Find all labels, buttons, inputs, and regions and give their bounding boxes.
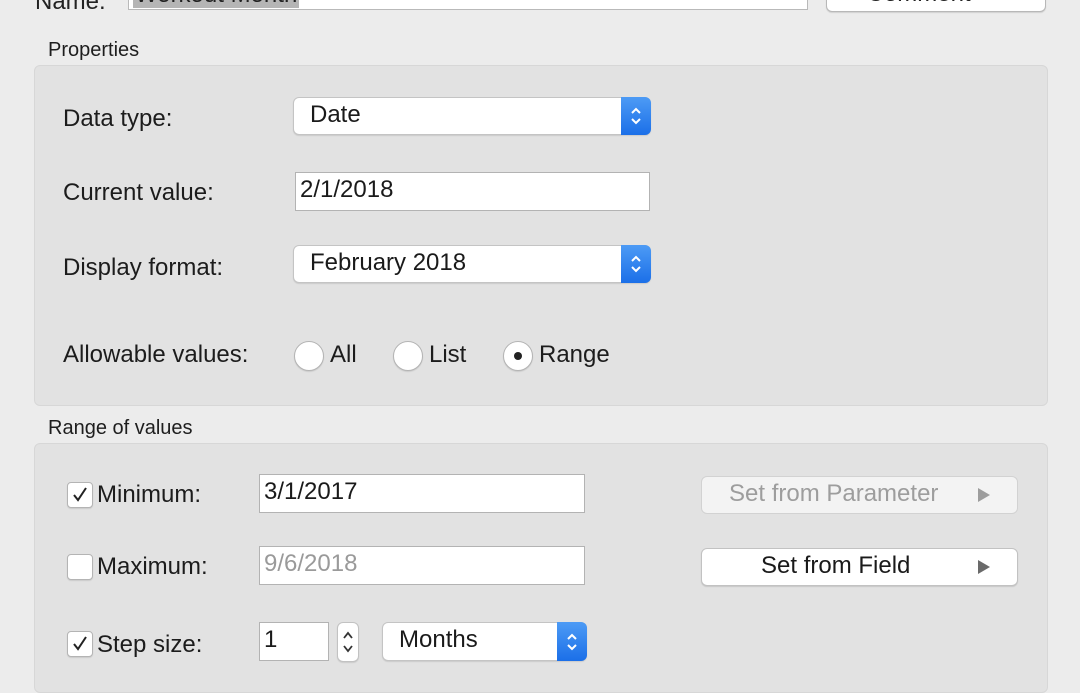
- checkmark-icon: [73, 487, 87, 502]
- radio-range[interactable]: [503, 341, 533, 371]
- triangle-right-icon: [978, 560, 990, 574]
- step-size-checkbox[interactable]: [67, 631, 93, 657]
- step-unit-value: Months: [399, 626, 478, 653]
- radio-list[interactable]: [393, 341, 423, 371]
- triangle-right-icon: [978, 488, 990, 502]
- radio-list-label[interactable]: List: [429, 341, 466, 369]
- name-field-value: Workout Month: [133, 0, 300, 8]
- display-format-value: February 2018: [310, 249, 467, 276]
- maximum-label: Maximum:: [97, 553, 208, 580]
- radio-range-label[interactable]: Range: [539, 341, 610, 369]
- name-field[interactable]: Workout Month: [128, 0, 808, 10]
- step-size-stepper[interactable]: [337, 622, 359, 662]
- maximum-field[interactable]: 9/6/2018: [259, 546, 585, 585]
- checkmark-icon: [73, 636, 87, 651]
- minimum-label: Minimum:: [97, 481, 202, 508]
- maximum-value: 9/6/2018: [264, 550, 358, 577]
- minimum-checkbox[interactable]: [67, 482, 93, 508]
- minimum-field[interactable]: 3/1/2017: [259, 474, 585, 513]
- minimum-value: 3/1/2017: [264, 478, 358, 505]
- chevron-updown-icon: [621, 97, 651, 135]
- data-type-select[interactable]: Date: [293, 97, 651, 135]
- comment-button[interactable]: Comment >>: [826, 0, 1046, 12]
- data-type-label: Data type:: [63, 105, 173, 132]
- display-format-select[interactable]: February 2018: [293, 245, 651, 283]
- current-value-label: Current value:: [63, 179, 214, 206]
- set-from-parameter-label: Set from Parameter: [729, 480, 939, 507]
- current-value-text: 2/1/2018: [300, 176, 394, 203]
- range-section-title: Range of values: [48, 417, 193, 439]
- set-from-parameter-button[interactable]: Set from Parameter: [701, 476, 1018, 514]
- step-size-field[interactable]: 1: [259, 622, 329, 661]
- allowable-values-label: Allowable values:: [63, 341, 249, 368]
- data-type-value: Date: [310, 101, 361, 128]
- properties-section-title: Properties: [48, 39, 140, 61]
- stepper-arrows-icon: [343, 631, 353, 653]
- step-unit-select[interactable]: Months: [382, 622, 587, 661]
- set-from-field-button[interactable]: Set from Field: [701, 548, 1018, 586]
- chevron-updown-icon: [557, 622, 587, 661]
- chevron-updown-icon: [621, 245, 651, 283]
- set-from-field-label: Set from Field: [761, 552, 911, 579]
- current-value-field[interactable]: 2/1/2018: [295, 172, 650, 211]
- maximum-checkbox[interactable]: [67, 554, 93, 580]
- step-size-label: Step size:: [97, 631, 203, 658]
- name-label: Name:: [35, 0, 106, 15]
- step-size-value: 1: [264, 626, 278, 653]
- radio-all-label[interactable]: All: [330, 341, 357, 369]
- radio-all[interactable]: [294, 341, 324, 371]
- display-format-label: Display format:: [63, 254, 224, 281]
